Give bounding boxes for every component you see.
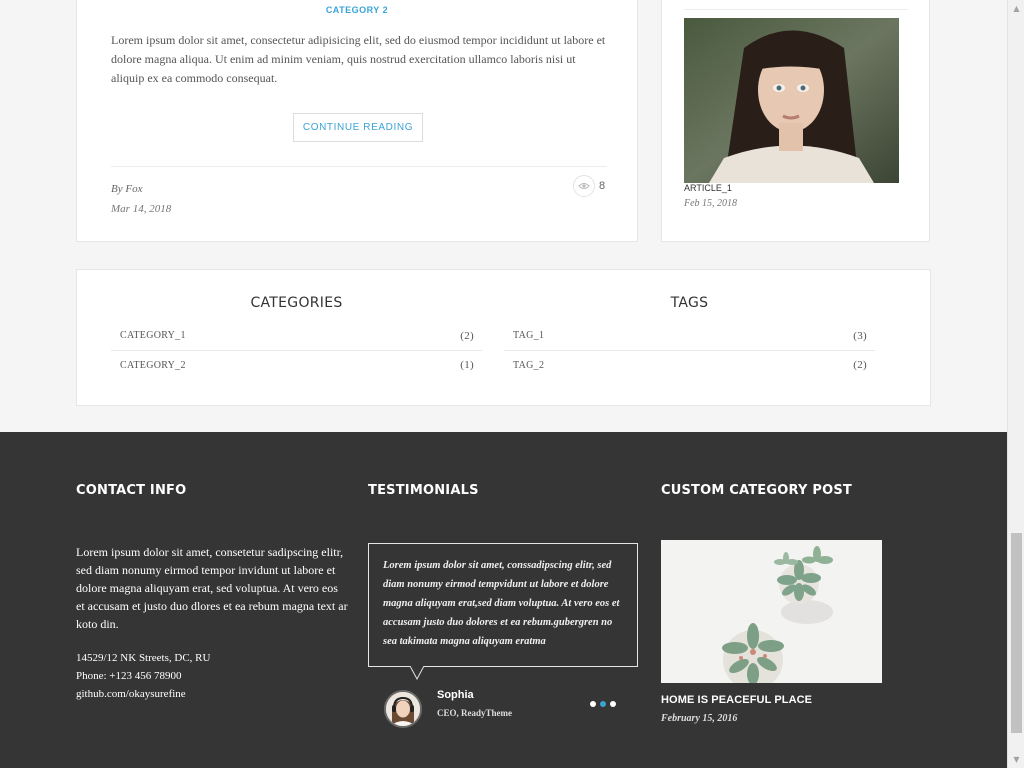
scroll-up-icon[interactable]: ▲	[1008, 0, 1024, 17]
categories-heading: CATEGORIES	[250, 295, 343, 311]
testimonial-slider-dots	[590, 701, 616, 707]
speech-bubble-tail-icon	[410, 666, 424, 680]
tag-item[interactable]: TAG_1 (3)	[504, 321, 875, 350]
sidebar-post-date: Feb 15, 2018	[684, 198, 738, 209]
views-count: 8	[599, 180, 606, 192]
sidebar-divider	[684, 9, 908, 10]
eye-icon	[573, 175, 595, 197]
category-item[interactable]: CATEGORY_2 (1)	[111, 350, 482, 379]
tags-column: TAGS TAG_1 (3) TAG_2 (2)	[504, 270, 875, 379]
contact-phone: Phone: +123 456 78900	[76, 670, 182, 682]
category-count: (2)	[460, 329, 474, 342]
page: CATEGORY 2 Lorem ipsum dolor sit amet, c…	[0, 0, 1007, 768]
slider-dot[interactable]	[590, 701, 596, 707]
contact-description: Lorem ipsum dolor sit amet, consetetur s…	[76, 545, 348, 631]
tag-name[interactable]: TAG_2	[513, 360, 544, 371]
article-date: Mar 14, 2018	[111, 203, 172, 215]
site-footer: CONTACT INFO TESTIMONIALS CUSTOM CATEGOR…	[0, 432, 1007, 768]
scroll-down-icon[interactable]: ▼	[1008, 751, 1024, 768]
testimonial-avatar	[384, 690, 422, 728]
custom-post-title[interactable]: HOME IS PEACEFUL PLACE	[661, 694, 812, 706]
article-card: CATEGORY 2 Lorem ipsum dolor sit amet, c…	[76, 0, 638, 242]
contact-address: 14529/12 NK Streets, DC, RU	[76, 652, 211, 664]
page-scrollbar[interactable]: ▲ ▼	[1007, 0, 1024, 768]
tag-count: (3)	[853, 329, 867, 342]
custom-category-post-heading: CUSTOM CATEGORY POST	[661, 483, 852, 498]
testimonial-quote: Lorem ipsum dolor sit amet, conssadipsci…	[383, 560, 620, 647]
category-item[interactable]: CATEGORY_1 (2)	[111, 321, 482, 350]
tags-heading: TAGS	[670, 295, 709, 311]
article-divider	[111, 166, 607, 167]
slider-dot[interactable]	[610, 701, 616, 707]
article-author[interactable]: By Fox	[111, 183, 142, 195]
category-name[interactable]: CATEGORY_1	[120, 330, 186, 341]
views-counter: 8	[573, 175, 605, 197]
article-thumbnail[interactable]	[684, 18, 899, 183]
category-count: (1)	[460, 359, 474, 371]
article-excerpt: Lorem ipsum dolor sit amet, consectetur …	[111, 33, 606, 85]
testimonial-author-role: CEO, ReadyTheme	[437, 708, 512, 718]
custom-post-thumbnail[interactable]	[661, 540, 882, 683]
tag-count: (2)	[853, 359, 867, 371]
category-name[interactable]: CATEGORY_2	[120, 360, 186, 371]
contact-github-link[interactable]: github.com/okaysurefine	[76, 685, 210, 703]
scrollbar-thumb[interactable]	[1011, 533, 1022, 733]
sidebar-post-title[interactable]: ARTICLE_1	[684, 183, 732, 193]
slider-dot-active[interactable]	[600, 701, 606, 707]
categories-tags-widget: CATEGORIES CATEGORY_1 (2) CATEGORY_2 (1)…	[76, 269, 931, 406]
article-category-link[interactable]: CATEGORY 2	[77, 5, 637, 15]
testimonial-quote-box: Lorem ipsum dolor sit amet, conssadipsci…	[368, 543, 638, 667]
testimonials-heading: TESTIMONIALS	[368, 483, 479, 498]
testimonial-author-name: Sophia	[437, 689, 474, 701]
custom-post-date: February 15, 2016	[661, 713, 738, 724]
sidebar-recent-post: ARTICLE_1 Feb 15, 2018	[661, 0, 930, 242]
contact-details: 14529/12 NK Streets, DC, RU Phone: +123 …	[76, 649, 210, 703]
continue-reading-button[interactable]: CONTINUE READING	[293, 113, 423, 142]
tag-name[interactable]: TAG_1	[513, 330, 544, 341]
categories-column: CATEGORIES CATEGORY_1 (2) CATEGORY_2 (1)	[111, 270, 482, 379]
tag-item[interactable]: TAG_2 (2)	[504, 350, 875, 379]
contact-info-heading: CONTACT INFO	[76, 483, 187, 498]
